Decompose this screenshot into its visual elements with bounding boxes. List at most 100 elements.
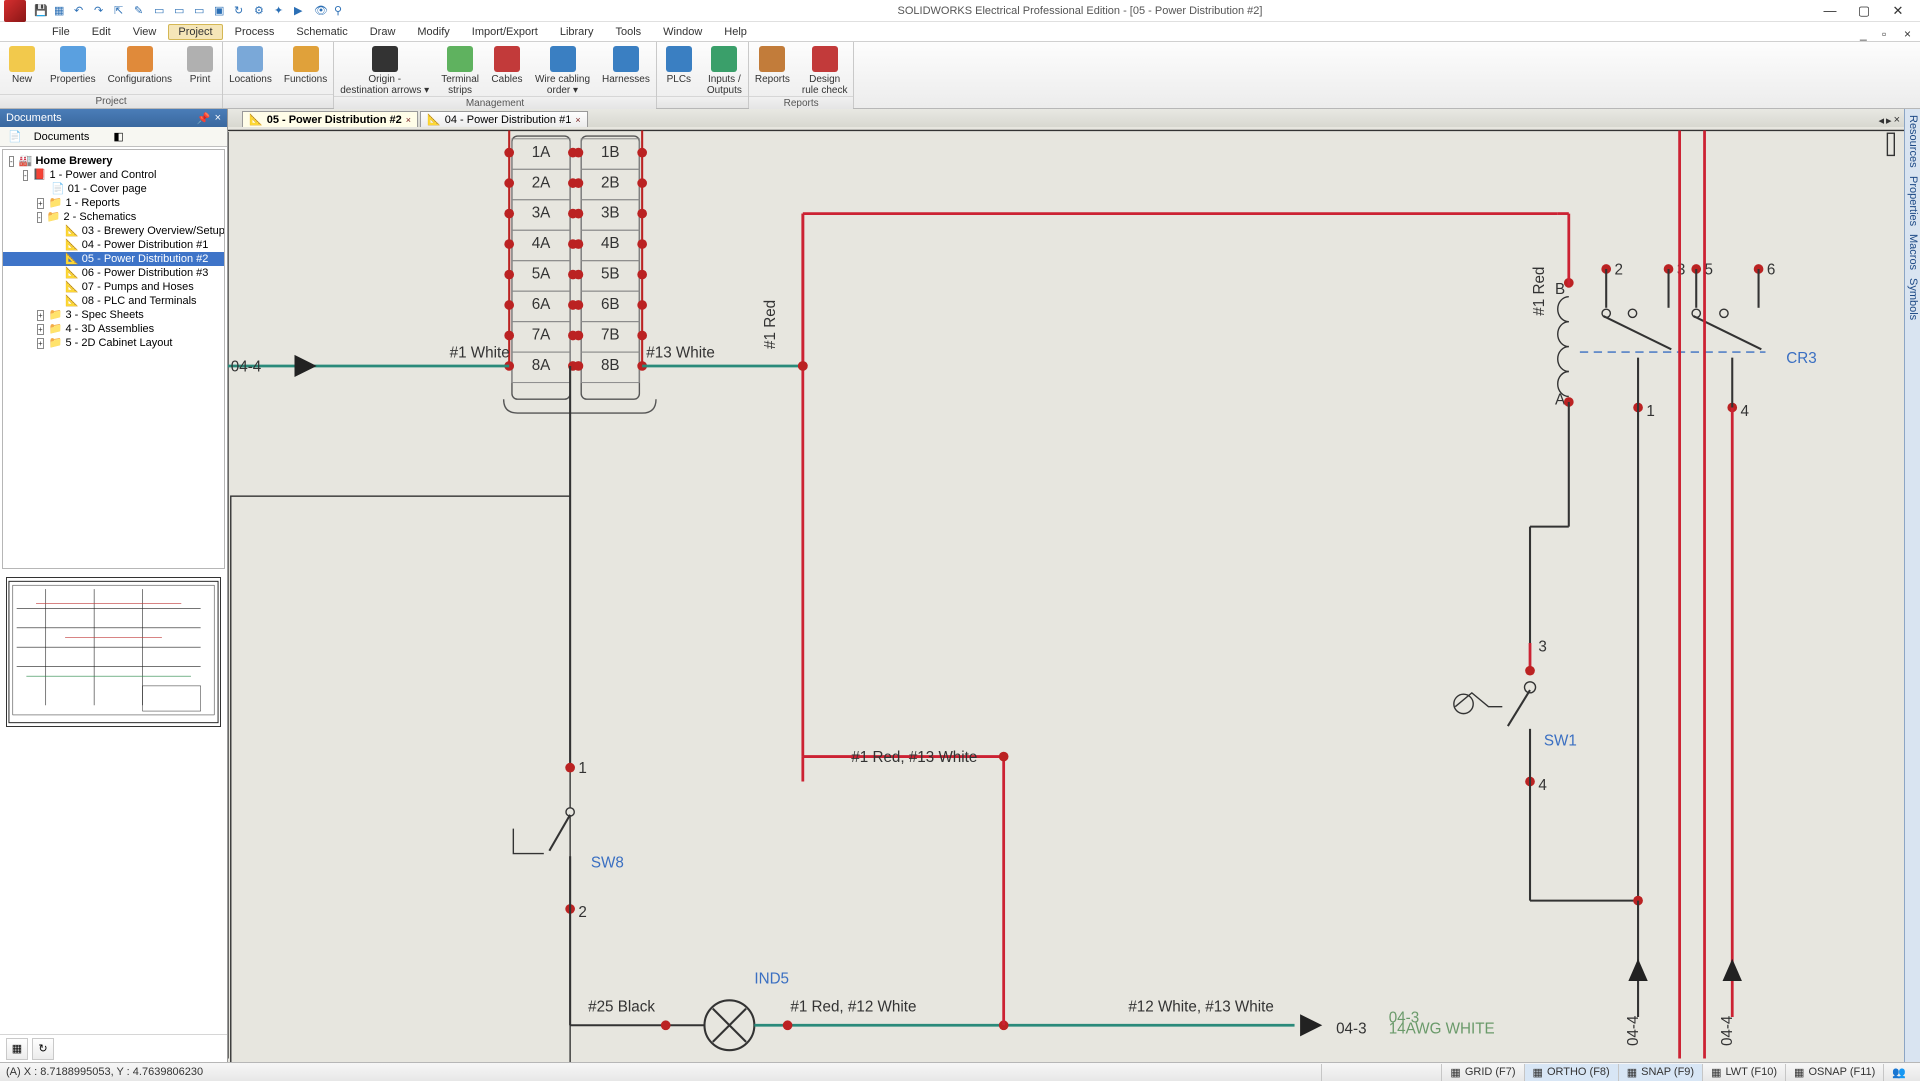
- tree-item[interactable]: - 📕 1 - Power and Control: [3, 168, 224, 182]
- status-toggle[interactable]: ▦ORTHO (F8): [1524, 1064, 1618, 1081]
- documents-panel-header[interactable]: Documents 📌 ×: [0, 109, 227, 127]
- tree-item[interactable]: 📐 05 - Power Distribution #2: [3, 252, 224, 266]
- menu-process[interactable]: Process: [225, 24, 285, 40]
- tree-item[interactable]: + 📁 3 - Spec Sheets: [3, 308, 224, 322]
- qat-icon[interactable]: 👁: [314, 4, 328, 18]
- mdi-minimize-icon[interactable]: _: [1850, 25, 1870, 39]
- tree-item[interactable]: - 📁 2 - Schematics: [3, 210, 224, 224]
- ribbon-button[interactable]: Harnesses: [596, 42, 656, 96]
- rail-macros[interactable]: Macros: [1906, 234, 1919, 270]
- minimize-button[interactable]: —: [1816, 2, 1844, 20]
- qat-save-icon[interactable]: 💾: [34, 4, 48, 18]
- qat-icon[interactable]: ✎: [134, 4, 148, 18]
- ribbon-button[interactable]: Print: [178, 42, 222, 94]
- tree-item[interactable]: + 📁 5 - 2D Cabinet Layout: [3, 336, 224, 350]
- ribbon-button[interactable]: Locations: [223, 42, 278, 94]
- ribbon-button[interactable]: Functions: [278, 42, 333, 94]
- drawing-thumbnail[interactable]: [6, 577, 221, 727]
- doc-tab-active[interactable]: 📐 05 - Power Distribution #2 ×: [242, 111, 418, 127]
- status-toggle[interactable]: ▦GRID (F7): [1441, 1064, 1523, 1081]
- menu-view[interactable]: View: [123, 24, 167, 40]
- rail-resources[interactable]: Resources: [1906, 115, 1919, 168]
- tree-expander-icon[interactable]: +: [37, 310, 44, 321]
- schematic-canvas[interactable]: 1A1B2A2B3A3B4A4B5A5B6A6B7A7B8A8B#1 White…: [228, 127, 1904, 1062]
- tree-expander-icon[interactable]: -: [23, 170, 28, 181]
- panel-btn-refresh[interactable]: ↻: [32, 1038, 54, 1060]
- qat-icon[interactable]: ▶: [294, 4, 308, 18]
- tree-item[interactable]: 📄 01 - Cover page: [3, 182, 224, 196]
- qat-icon[interactable]: ▭: [194, 4, 208, 18]
- tree-expander-icon[interactable]: +: [37, 198, 44, 209]
- doc-tab[interactable]: 📐 04 - Power Distribution #1 ×: [420, 111, 588, 127]
- tree-item[interactable]: + 📁 4 - 3D Assemblies: [3, 322, 224, 336]
- ribbon-button[interactable]: Properties: [44, 42, 102, 94]
- tab-close-icon[interactable]: ×: [1894, 114, 1900, 127]
- rail-properties[interactable]: Properties: [1906, 176, 1919, 226]
- panel-close-icon[interactable]: ×: [215, 112, 221, 125]
- status-toggle[interactable]: ▦LWT (F10): [1702, 1064, 1785, 1081]
- tree-expander-icon[interactable]: -: [37, 212, 42, 223]
- ribbon-button[interactable]: Reports: [749, 42, 796, 96]
- ribbon-button[interactable]: Cables: [485, 42, 529, 96]
- tree-item[interactable]: 📐 03 - Brewery Overview/Setup: [3, 224, 224, 238]
- qat-icon[interactable]: ✦: [274, 4, 288, 18]
- doc-tab-close-icon[interactable]: ×: [575, 115, 580, 125]
- menu-project[interactable]: Project: [168, 24, 222, 40]
- menu-file[interactable]: File: [42, 24, 80, 40]
- ribbon-button[interactable]: Wire cabling order ▾: [529, 42, 596, 96]
- tree-item[interactable]: 📐 04 - Power Distribution #1: [3, 238, 224, 252]
- qat-icon[interactable]: ▣: [214, 4, 228, 18]
- mdi-restore-icon[interactable]: ▫: [1872, 25, 1892, 39]
- ribbon-group: ReportsDesign rule checkReports: [749, 42, 855, 108]
- tree-expander-icon[interactable]: +: [37, 324, 44, 335]
- qat-new-icon[interactable]: ▦: [54, 4, 68, 18]
- menu-modify[interactable]: Modify: [407, 24, 459, 40]
- qat-icon[interactable]: ▭: [174, 4, 188, 18]
- tree-expander-icon[interactable]: -: [9, 156, 14, 167]
- qat-undo-icon[interactable]: ↶: [74, 4, 88, 18]
- menu-library[interactable]: Library: [550, 24, 604, 40]
- tree-item[interactable]: 📐 06 - Power Distribution #3: [3, 266, 224, 280]
- status-users-icon[interactable]: 👥: [1883, 1064, 1914, 1081]
- pin-icon[interactable]: 📌: [197, 112, 211, 125]
- qat-icon[interactable]: ↻: [234, 4, 248, 18]
- status-toggle[interactable]: ▦SNAP (F9): [1618, 1064, 1702, 1081]
- menu-import-export[interactable]: Import/Export: [462, 24, 548, 40]
- qat-redo-icon[interactable]: ↷: [94, 4, 108, 18]
- tab-next-icon[interactable]: ▸: [1886, 114, 1892, 127]
- rail-symbols[interactable]: Symbols: [1906, 278, 1919, 320]
- maximize-button[interactable]: ▢: [1850, 2, 1878, 20]
- qat-icon[interactable]: ⚲: [334, 4, 348, 18]
- menu-tools[interactable]: Tools: [605, 24, 651, 40]
- menu-help[interactable]: Help: [714, 24, 757, 40]
- doc-tab-icon: 📐: [427, 113, 441, 126]
- tab-prev-icon[interactable]: ◂: [1879, 114, 1885, 127]
- panel-tab-other[interactable]: ◧: [105, 128, 131, 145]
- tree-item[interactable]: 📐 08 - PLC and Terminals: [3, 294, 224, 308]
- ribbon-button[interactable]: Origin - destination arrows ▾: [334, 42, 435, 96]
- menu-draw[interactable]: Draw: [360, 24, 406, 40]
- ribbon-button[interactable]: Design rule check: [796, 42, 854, 96]
- tree-expander-icon[interactable]: +: [37, 338, 44, 349]
- ribbon-button[interactable]: Configurations: [102, 42, 178, 94]
- documents-tree[interactable]: - 🏭 Home Brewery- 📕 1 - Power and Contro…: [2, 149, 225, 569]
- tree-item[interactable]: + 📁 1 - Reports: [3, 196, 224, 210]
- menu-schematic[interactable]: Schematic: [286, 24, 357, 40]
- tree-item[interactable]: 📐 07 - Pumps and Hoses: [3, 280, 224, 294]
- tree-item[interactable]: - 🏭 Home Brewery: [3, 154, 224, 168]
- ribbon-button[interactable]: Inputs / Outputs: [701, 42, 748, 96]
- ribbon-button[interactable]: PLCs: [657, 42, 701, 96]
- menu-edit[interactable]: Edit: [82, 24, 121, 40]
- qat-icon[interactable]: ⚙: [254, 4, 268, 18]
- ribbon-button[interactable]: Terminal strips: [435, 42, 485, 96]
- close-button[interactable]: ✕: [1884, 2, 1912, 20]
- doc-tab-close-icon[interactable]: ×: [406, 115, 411, 125]
- qat-icon[interactable]: ▭: [154, 4, 168, 18]
- panel-tab-documents[interactable]: 📄 Documents: [0, 127, 105, 147]
- status-toggle[interactable]: ▦OSNAP (F11): [1785, 1064, 1883, 1081]
- ribbon-button[interactable]: New: [0, 42, 44, 94]
- panel-btn-1[interactable]: ▦: [6, 1038, 28, 1060]
- menu-window[interactable]: Window: [653, 24, 712, 40]
- qat-icon[interactable]: ⇱: [114, 4, 128, 18]
- mdi-close-icon[interactable]: ×: [1894, 25, 1914, 39]
